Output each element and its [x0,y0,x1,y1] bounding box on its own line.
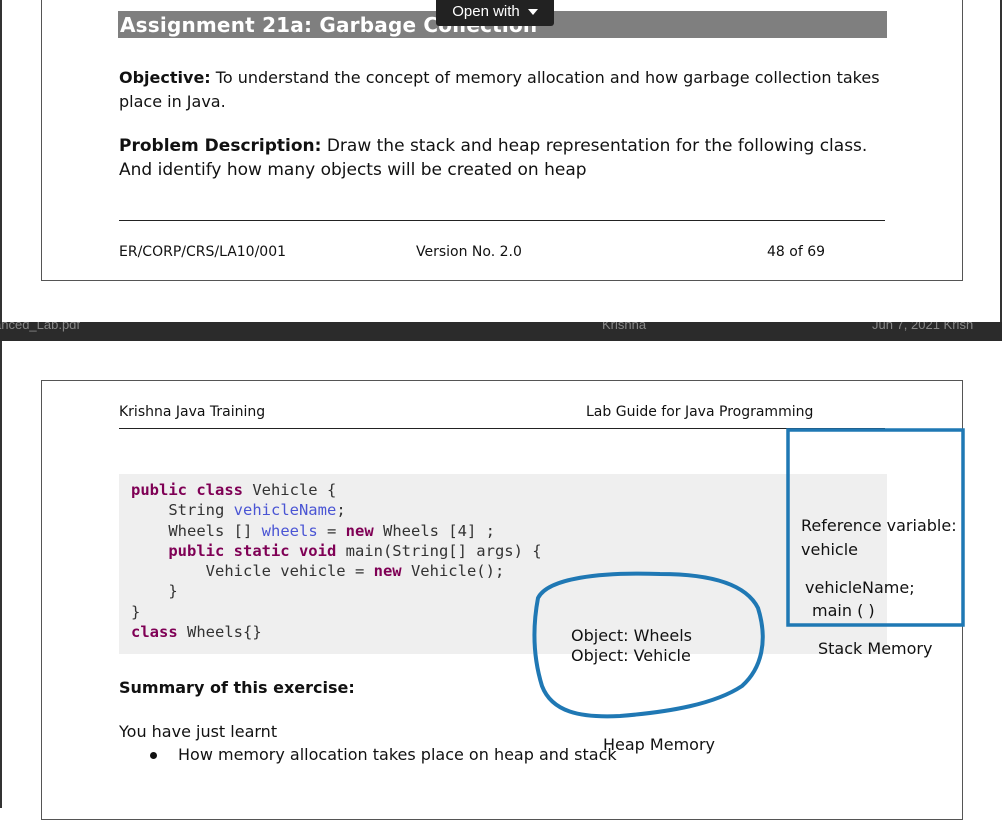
footer-divider [119,220,885,221]
objective-text: To understand the concept of memory allo… [119,68,880,111]
annotation-vehicle: vehicle [801,540,858,559]
objective-paragraph: Objective: To understand the concept of … [119,66,889,114]
summary-bullet-item: How memory allocation takes place on hea… [178,745,617,764]
code-text: ; [336,501,346,520]
open-with-label: Open with [452,2,520,20]
annotation-stack-memory: Stack Memory [818,639,933,658]
code-text: } [131,582,178,601]
code-text: Vehicle { [242,481,337,499]
code-text: main(String[] args) { [336,541,542,560]
code-text: String [131,501,234,520]
file-name: anced_Lab.pdf [0,322,81,332]
annotation-reference-variable: Reference variable: [801,516,957,535]
file-date: Jun 7, 2021 Krish [872,322,974,332]
code-keyword: class [131,623,178,642]
problem-description: Problem Description: Draw the stack and … [119,134,889,182]
code-keyword: public class [131,481,243,499]
chevron-down-icon [527,9,538,15]
page-header-left: Krishna Java Training [119,404,266,420]
code-text: } [131,602,141,621]
annotation-vehiclename: vehicleName; [805,578,915,597]
header-divider [119,428,885,429]
bullet-icon [150,752,157,759]
code-field: wheels [261,521,318,540]
problem-label: Problem Description: [119,136,322,156]
code-text: Vehicle(); [401,562,505,581]
viewer-page-separator: anced_Lab.pdf Krishna Jun 7, 2021 Krish [0,322,1002,341]
page-header-right: Lab Guide for Java Programming [586,404,814,420]
code-text: Wheels [4] ; [373,521,495,540]
annotation-main: main ( ) [812,601,875,620]
annotation-heap-memory: Heap Memory [603,735,715,754]
annotation-object-vehicle: Object: Vehicle [571,646,691,665]
code-text: = [317,521,346,540]
code-text: Vehicle vehicle = [131,562,374,581]
code-text: Wheels{} [177,623,262,642]
footer-page-number: 48 of 69 [767,244,826,260]
open-with-button[interactable]: Open with [436,0,554,26]
footer-version: Version No. 2.0 [416,244,522,260]
footer-doc-id: ER/CORP/CRS/LA10/001 [119,244,287,260]
code-keyword: public static void [131,541,337,560]
code-block: public class Vehicle { String vehicleNam… [131,480,542,642]
file-owner: Krishna [602,322,647,332]
objective-label: Objective: [119,68,211,87]
annotation-object-wheels: Object: Wheels [571,626,693,645]
code-keyword: new [345,521,374,540]
code-text: Wheels [] [131,521,262,540]
code-keyword: new [373,562,402,581]
learnt-text: You have just learnt [119,722,278,741]
summary-heading: Summary of this exercise: [119,678,355,697]
code-field: vehicleName [233,501,337,520]
